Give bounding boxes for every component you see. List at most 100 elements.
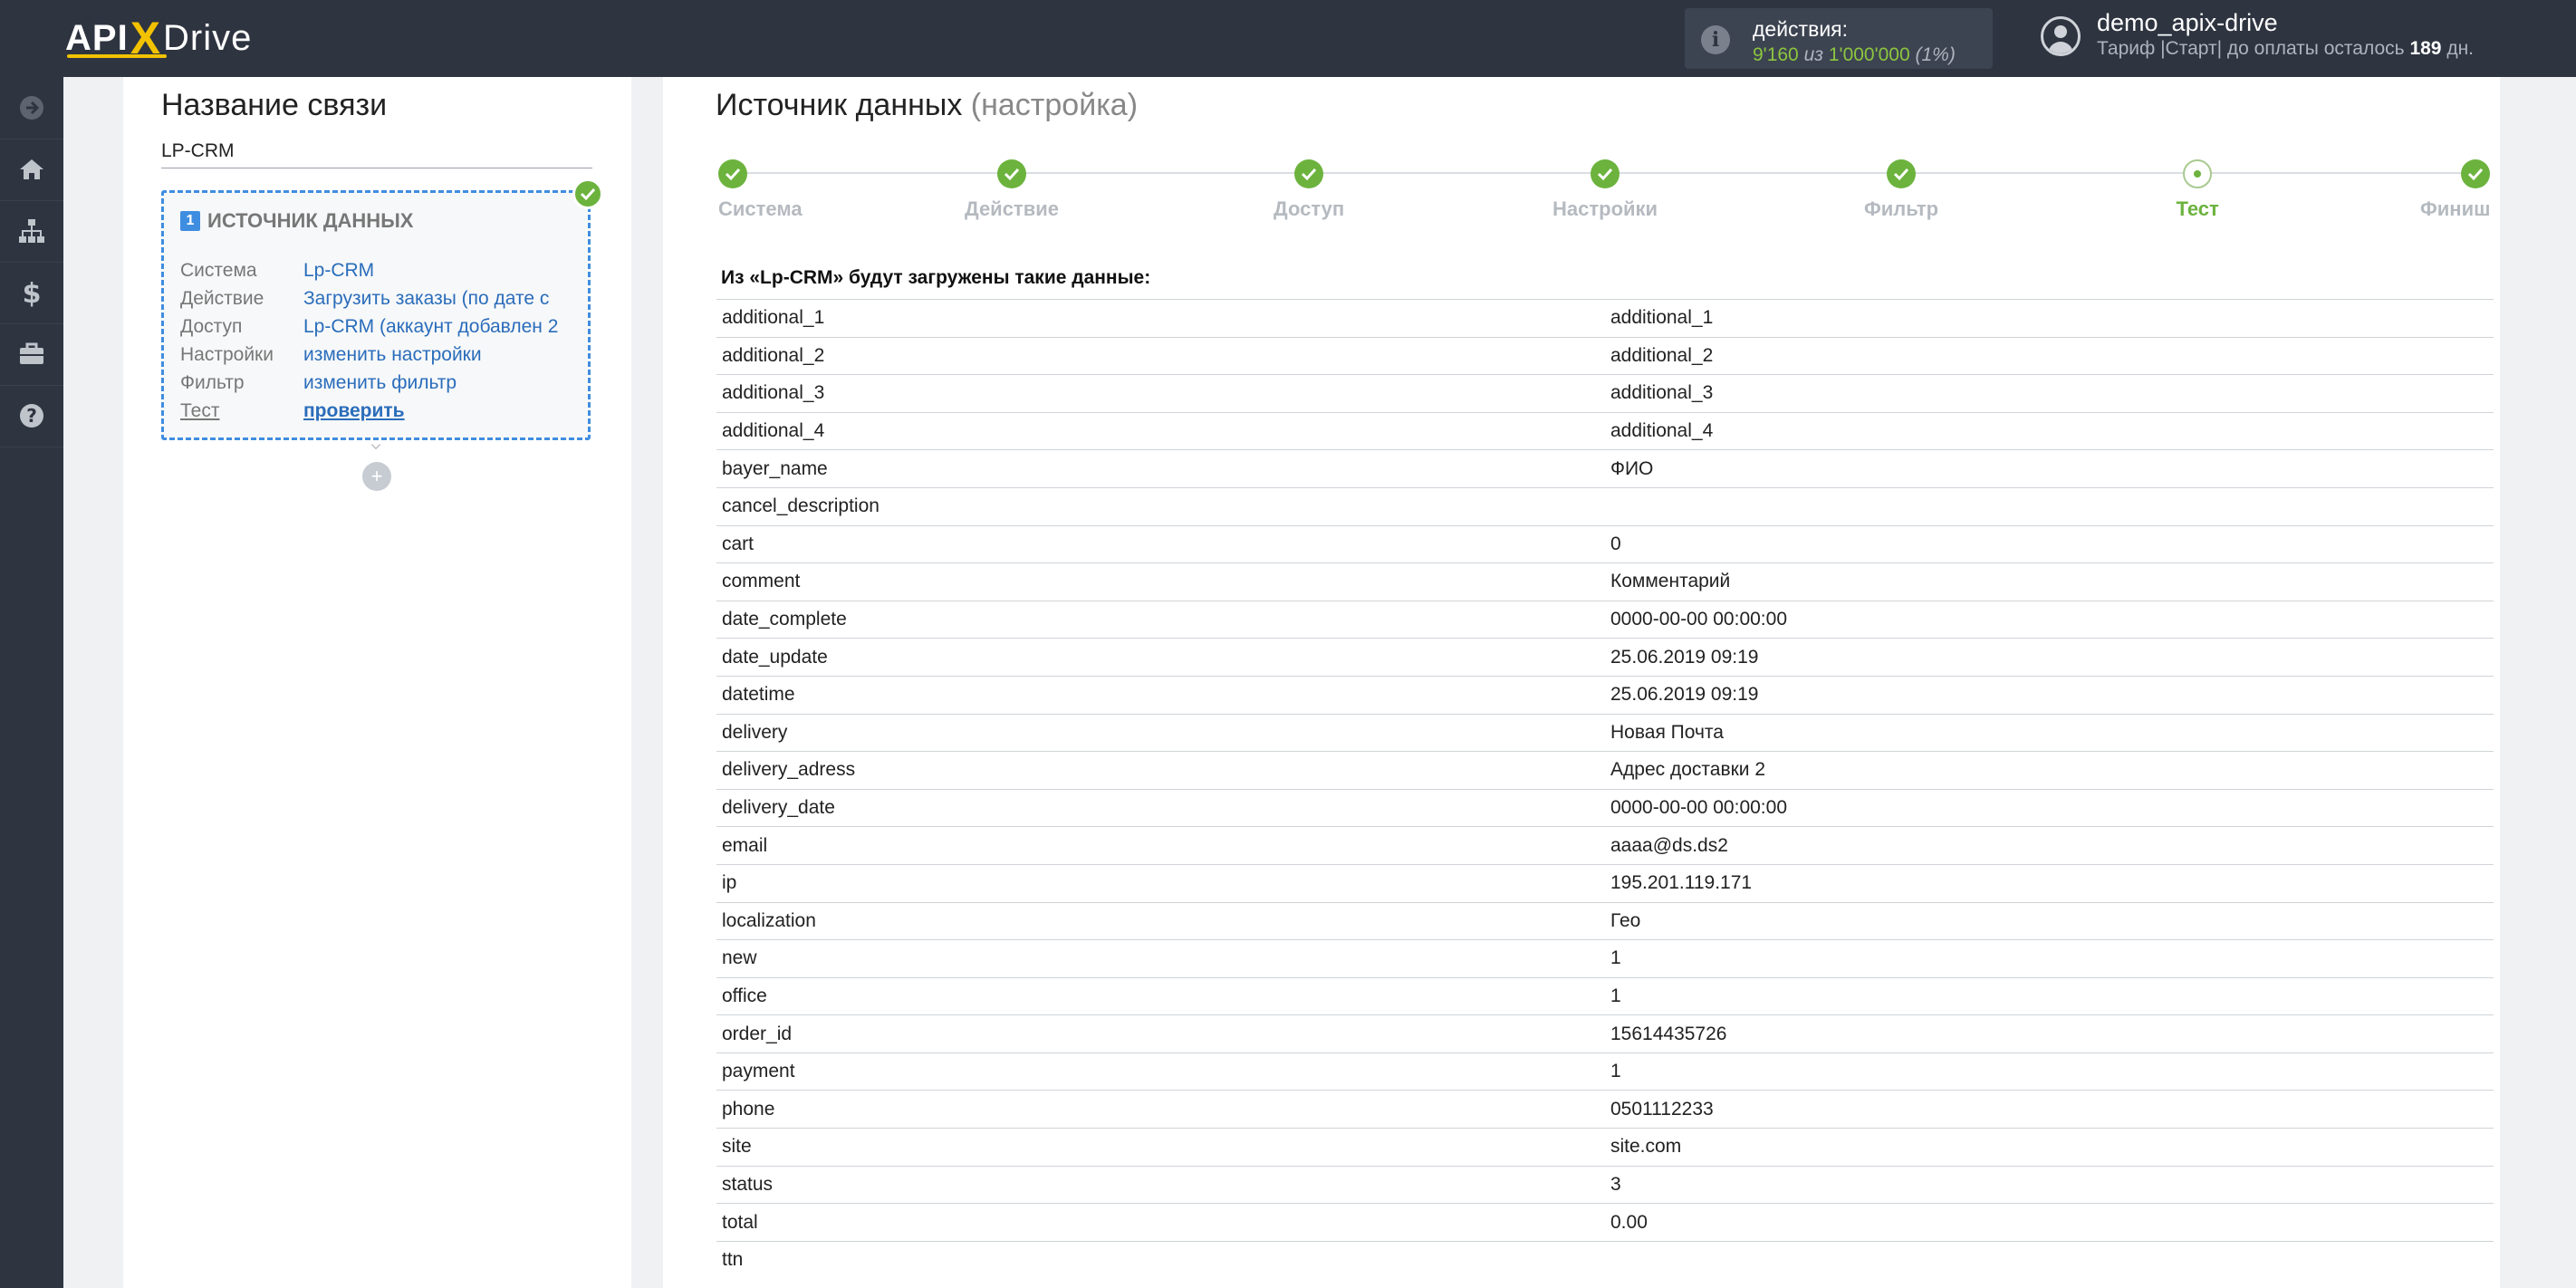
field-name: cancel_description	[716, 486, 1605, 526]
rail-help-button[interactable]: ?	[0, 385, 63, 447]
sitemap-icon	[19, 219, 44, 243]
rail-expand-button[interactable]	[0, 77, 63, 139]
field-name: ttn	[716, 1240, 1605, 1279]
field-value: 0000-00-00 00:00:00	[1605, 600, 2494, 639]
table-row: office 1	[716, 976, 2494, 1015]
add-step-button[interactable]: +	[362, 462, 391, 491]
field-value: 1	[1605, 939, 2494, 978]
step-label: Финиш	[2420, 197, 2491, 220]
step-number-badge: 1	[180, 211, 200, 231]
table-row: delivery_date 0000-00-00 00:00:00	[716, 788, 2494, 827]
field-name: date_complete	[716, 600, 1605, 639]
data-preview-table: additional_1 additional_1 additional_2 addi…	[716, 299, 2494, 1279]
card-row-settings: Настройки изменить настройки	[180, 344, 482, 366]
plan-days: 189	[2409, 38, 2442, 59]
connection-name-input[interactable]: LP-CRM	[161, 140, 592, 168]
table-row: email aaaa@ds.ds2	[716, 826, 2494, 865]
logo-api-text: API	[65, 17, 129, 58]
actions-counter[interactable]: i действия: 9'160 из 1'000'000 (1%)	[1685, 8, 1993, 69]
field-value: Комментарий	[1605, 562, 2494, 601]
actions-of: из	[1803, 44, 1824, 65]
field-value: 0.00	[1605, 1203, 2494, 1242]
rail-home-button[interactable]	[0, 139, 63, 201]
field-name: delivery_date	[716, 788, 1605, 827]
step-label: Настройки	[1552, 197, 1658, 220]
field-value: 25.06.2019 09:19	[1605, 675, 2494, 715]
field-name: new	[716, 939, 1605, 978]
field-name: additional_3	[716, 374, 1605, 413]
field-value: site.com	[1605, 1128, 2494, 1167]
table-row: date_complete 0000-00-00 00:00:00	[716, 600, 2494, 639]
card-row-key: Доступ	[180, 316, 243, 337]
card-link-access[interactable]: Lp-CRM (аккаунт добавлен 2	[303, 316, 558, 337]
card-link-filter[interactable]: изменить фильтр	[303, 372, 457, 393]
field-value	[1605, 486, 2494, 526]
check-icon	[1294, 159, 1323, 188]
page-title-main: Источник данных	[716, 88, 963, 122]
field-value	[1605, 1240, 2494, 1279]
field-value: 195.201.119.171	[1605, 863, 2494, 902]
card-row-system: Система Lp-CRM	[180, 260, 374, 282]
check-icon	[2461, 159, 2490, 188]
field-value: 0501112233	[1605, 1090, 2494, 1129]
card-row-key: Система	[180, 260, 257, 281]
field-value: Адрес доставки 2	[1605, 751, 2494, 790]
top-bar: API X Drive i действия: 9'160 из 1'000'000…	[0, 0, 2576, 77]
actions-total: 1'000'000	[1828, 44, 1910, 65]
field-name: localization	[716, 901, 1605, 940]
field-name: payment	[716, 1052, 1605, 1091]
card-link-system[interactable]: Lp-CRM	[303, 260, 374, 281]
plan-text: Тариф |Старт| до оплаты осталось	[2097, 38, 2405, 59]
arrow-right-icon	[20, 96, 43, 120]
card-row-key: Фильтр	[180, 372, 245, 393]
user-name[interactable]: demo_apix-drive	[2097, 9, 2278, 37]
card-link-test[interactable]: проверить	[303, 400, 405, 421]
source-card-title: ИСТОЧНИК ДАННЫХ	[207, 209, 414, 232]
user-avatar-icon[interactable]	[2041, 16, 2081, 56]
field-value: additional_3	[1605, 374, 2494, 413]
table-row: payment 1	[716, 1052, 2494, 1091]
dollar-icon: $	[23, 278, 42, 307]
source-card-header: 1 ИСТОЧНИК ДАННЫХ	[180, 209, 413, 233]
table-row: additional_3 additional_3	[716, 374, 2494, 413]
card-row-access: Доступ Lp-CRM (аккаунт добавлен 2	[180, 316, 558, 338]
field-value: aaaa@ds.ds2	[1605, 826, 2494, 865]
table-row: cart 0	[716, 524, 2494, 563]
rail-tools-button[interactable]	[0, 323, 63, 386]
table-row: comment Комментарий	[716, 562, 2494, 601]
field-value: Новая Почта	[1605, 713, 2494, 752]
field-name: email	[716, 826, 1605, 865]
current-step-icon	[2183, 159, 2212, 188]
card-link-settings[interactable]: изменить настройки	[303, 344, 482, 365]
plan-days-suffix: дн.	[2446, 38, 2475, 59]
svg-text:$: $	[23, 278, 42, 307]
check-icon	[718, 159, 747, 188]
actions-percent: (1%)	[1915, 44, 1956, 65]
logo-underline	[67, 54, 167, 58]
check-icon	[1887, 159, 1916, 188]
field-name: bayer_name	[716, 449, 1605, 488]
table-row: ip 195.201.119.171	[716, 863, 2494, 902]
card-link-action[interactable]: Загрузить заказы (по дате с	[303, 288, 549, 309]
field-name: additional_4	[716, 411, 1605, 450]
chevron-down-icon	[370, 439, 381, 450]
table-row: additional_1 additional_1	[716, 299, 2494, 338]
field-name: additional_1	[716, 299, 1605, 338]
page-title-sub: (настройка)	[970, 88, 1139, 122]
actions-used: 9'160	[1753, 44, 1799, 65]
source-card[interactable]: 1 ИСТОЧНИК ДАННЫХ Система Lp-CRM Действие…	[161, 190, 591, 440]
logo-drive-text: Drive	[163, 17, 253, 58]
rail-billing-button[interactable]: $	[0, 262, 63, 324]
check-icon	[997, 159, 1026, 188]
info-icon: i	[1701, 25, 1730, 54]
field-name: cart	[716, 524, 1605, 563]
user-plan: Тариф |Старт| до оплаты осталось 189 дн.	[2097, 38, 2474, 60]
field-value: ФИО	[1605, 449, 2494, 488]
check-icon	[1591, 159, 1620, 188]
field-value: 15614435726	[1605, 1014, 2494, 1053]
table-row: bayer_name ФИО	[716, 449, 2494, 488]
rail-connections-button[interactable]	[0, 200, 63, 263]
field-value: 0000-00-00 00:00:00	[1605, 788, 2494, 827]
table-row: ttn	[716, 1240, 2494, 1279]
field-name: order_id	[716, 1014, 1605, 1053]
